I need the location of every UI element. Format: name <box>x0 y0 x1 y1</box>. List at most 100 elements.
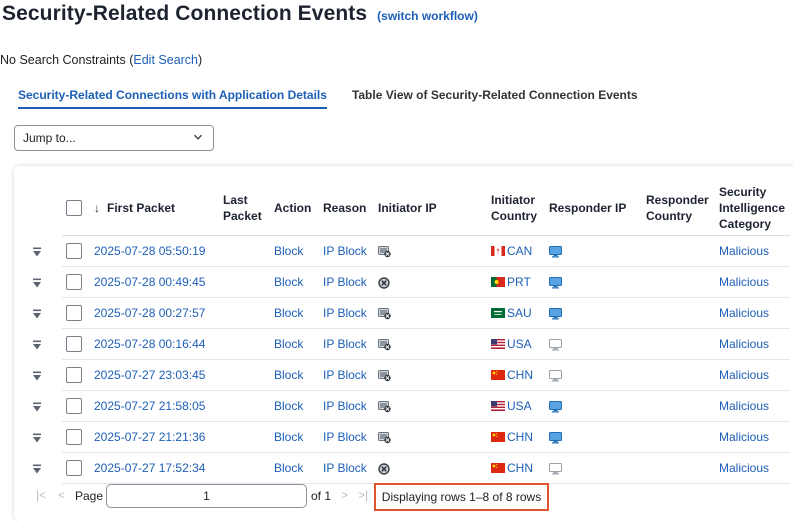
action-link[interactable]: Block <box>274 430 303 444</box>
cell-initiator-ip[interactable] <box>374 421 487 453</box>
row-checkbox[interactable] <box>66 429 82 445</box>
cell-first-packet[interactable]: 2025-07-28 00:27:57 <box>90 297 219 329</box>
first-packet-link[interactable]: 2025-07-27 21:21:36 <box>94 430 205 444</box>
cell-initiator-country[interactable]: USA <box>487 328 545 360</box>
cell-si-category[interactable]: Malicious <box>715 390 790 422</box>
first-packet-link[interactable]: 2025-07-28 05:50:19 <box>94 244 205 258</box>
host-blocked-icon[interactable] <box>378 337 391 351</box>
cell-si-category[interactable]: Malicious <box>715 266 790 298</box>
row-checkbox[interactable] <box>66 305 82 321</box>
initiator-country-link[interactable]: CHN <box>507 430 533 444</box>
host-circle-icon[interactable] <box>378 275 390 289</box>
cell-responder-ip[interactable] <box>545 328 642 360</box>
column-header-action[interactable]: Action <box>270 180 319 236</box>
cell-responder-ip[interactable] <box>545 421 642 453</box>
monitor-grey-icon[interactable] <box>549 368 562 382</box>
category-link[interactable]: Malicious <box>719 244 769 258</box>
cell-initiator-country[interactable]: CHN <box>487 452 545 484</box>
select-all-checkbox[interactable] <box>66 199 82 216</box>
cell-initiator-country[interactable]: CHN <box>487 359 545 391</box>
row-checkbox[interactable] <box>66 398 82 414</box>
reason-link[interactable]: IP Block <box>323 430 367 444</box>
initiator-country-link[interactable]: USA <box>507 337 532 351</box>
initiator-country-link[interactable]: CHN <box>507 368 533 382</box>
cell-initiator-country[interactable]: SAU <box>487 297 545 329</box>
row-expand[interactable] <box>28 236 62 267</box>
action-link[interactable]: Block <box>274 399 303 413</box>
row-checkbox[interactable] <box>66 460 82 476</box>
row-checkbox[interactable] <box>66 367 82 383</box>
jump-to-select[interactable]: Jump to... <box>14 125 214 151</box>
cell-action[interactable]: Block <box>270 452 319 484</box>
cell-initiator-country[interactable]: USA <box>487 390 545 422</box>
host-blocked-icon[interactable] <box>378 430 391 444</box>
monitor-grey-icon[interactable] <box>549 461 562 475</box>
cell-initiator-country[interactable]: CAN <box>487 235 545 267</box>
action-link[interactable]: Block <box>274 275 303 289</box>
first-packet-link[interactable]: 2025-07-27 21:58:05 <box>94 399 205 413</box>
row-expand[interactable] <box>28 329 62 360</box>
host-circle-icon[interactable] <box>378 461 390 475</box>
cell-initiator-ip[interactable] <box>374 452 487 484</box>
reason-link[interactable]: IP Block <box>323 275 367 289</box>
monitor-blue-icon[interactable] <box>549 306 562 320</box>
monitor-blue-icon[interactable] <box>549 399 562 413</box>
initiator-country-link[interactable]: CAN <box>507 244 532 258</box>
edit-search-link[interactable]: Edit Search <box>133 53 198 67</box>
cell-si-category[interactable]: Malicious <box>715 235 790 267</box>
cell-reason[interactable]: IP Block <box>319 452 374 484</box>
cell-action[interactable]: Block <box>270 266 319 298</box>
cell-first-packet[interactable]: 2025-07-27 17:52:34 <box>90 452 219 484</box>
expand-down-icon[interactable] <box>32 244 42 258</box>
cell-action[interactable]: Block <box>270 297 319 329</box>
cell-reason[interactable]: IP Block <box>319 359 374 391</box>
column-header-responder-country[interactable]: Responder Country <box>642 180 715 236</box>
cell-first-packet[interactable]: 2025-07-28 05:50:19 <box>90 235 219 267</box>
cell-responder-ip[interactable] <box>545 359 642 391</box>
category-link[interactable]: Malicious <box>719 368 769 382</box>
column-header-last-packet[interactable]: Last Packet <box>219 180 270 236</box>
column-header-si-category[interactable]: Security Intelligence Category <box>715 180 790 236</box>
cell-reason[interactable]: IP Block <box>319 328 374 360</box>
initiator-country-link[interactable]: CHN <box>507 461 533 475</box>
cell-initiator-ip[interactable] <box>374 390 487 422</box>
expand-down-icon[interactable] <box>32 306 42 320</box>
cell-responder-ip[interactable] <box>545 452 642 484</box>
tab-connections-with-app-details[interactable]: Security-Related Connections with Applic… <box>18 88 327 109</box>
first-packet-link[interactable]: 2025-07-27 23:03:45 <box>94 368 205 382</box>
first-packet-link[interactable]: 2025-07-28 00:49:45 <box>94 275 205 289</box>
reason-link[interactable]: IP Block <box>323 368 367 382</box>
action-link[interactable]: Block <box>274 337 303 351</box>
cell-first-packet[interactable]: 2025-07-28 00:49:45 <box>90 266 219 298</box>
row-checkbox[interactable] <box>66 274 82 290</box>
column-header-first-packet[interactable]: ↓ First Packet <box>90 180 219 236</box>
first-packet-link[interactable]: 2025-07-27 17:52:34 <box>94 461 205 475</box>
host-blocked-icon[interactable] <box>378 306 391 320</box>
row-expand[interactable] <box>28 360 62 391</box>
cell-reason[interactable]: IP Block <box>319 390 374 422</box>
category-link[interactable]: Malicious <box>719 430 769 444</box>
cell-responder-ip[interactable] <box>545 297 642 329</box>
expand-down-icon[interactable] <box>32 337 42 351</box>
cell-first-packet[interactable]: 2025-07-27 21:21:36 <box>90 421 219 453</box>
initiator-country-link[interactable]: USA <box>507 399 532 413</box>
action-link[interactable]: Block <box>274 461 303 475</box>
expand-down-icon[interactable] <box>32 399 42 413</box>
action-link[interactable]: Block <box>274 244 303 258</box>
cell-si-category[interactable]: Malicious <box>715 328 790 360</box>
reason-link[interactable]: IP Block <box>323 244 367 258</box>
expand-down-icon[interactable] <box>32 368 42 382</box>
cell-initiator-ip[interactable] <box>374 297 487 329</box>
expand-down-icon[interactable] <box>32 275 42 289</box>
cell-first-packet[interactable]: 2025-07-27 23:03:45 <box>90 359 219 391</box>
cell-reason[interactable]: IP Block <box>319 297 374 329</box>
monitor-blue-icon[interactable] <box>549 275 562 289</box>
cell-action[interactable]: Block <box>270 235 319 267</box>
category-link[interactable]: Malicious <box>719 461 769 475</box>
cell-reason[interactable]: IP Block <box>319 266 374 298</box>
cell-reason[interactable]: IP Block <box>319 235 374 267</box>
action-link[interactable]: Block <box>274 368 303 382</box>
cell-first-packet[interactable]: 2025-07-28 00:16:44 <box>90 328 219 360</box>
host-blocked-icon[interactable] <box>378 244 391 258</box>
cell-first-packet[interactable]: 2025-07-27 21:58:05 <box>90 390 219 422</box>
